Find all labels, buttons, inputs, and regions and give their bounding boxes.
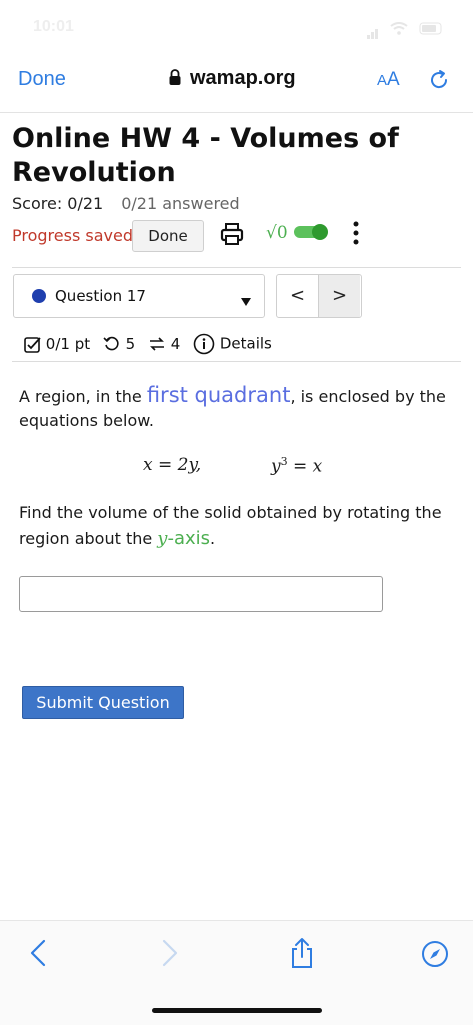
regens-item: 4 <box>148 335 180 354</box>
toggle-icon <box>293 224 328 240</box>
attempts-item: 5 <box>103 335 135 354</box>
details-link[interactable]: Details <box>193 333 272 355</box>
text-size-button[interactable]: AA <box>377 69 400 91</box>
home-indicator <box>152 1008 322 1013</box>
points-item: 0/1 pt <box>24 335 90 353</box>
equation-1: x = 2y, <box>143 455 202 475</box>
more-icon[interactable] <box>351 220 361 250</box>
attempts-text: 5 <box>125 334 136 353</box>
sqrt-label: √0 <box>266 223 288 243</box>
score-line: Score: 0/21 0/21 answered <box>12 194 240 213</box>
wifi-icon <box>390 22 408 35</box>
share-icon[interactable] <box>289 937 315 973</box>
checkbox-icon <box>24 337 41 353</box>
printer-icon[interactable] <box>219 221 245 251</box>
page-title: Online HW 4 - Volumes of Revolution <box>12 123 399 188</box>
regen-icon <box>149 337 164 351</box>
caret-down-icon <box>240 292 252 311</box>
axis-variable: y <box>157 528 168 549</box>
battery-icon <box>419 22 442 35</box>
status-time: 10:01 <box>33 18 74 35</box>
equation-2: y3 = x <box>271 455 322 477</box>
find-text: Find the volume of the solid obtained by… <box>19 500 449 552</box>
submit-question-button[interactable]: Submit Question <box>22 686 184 719</box>
browser-done-button[interactable]: Done <box>18 68 66 91</box>
lock-icon <box>168 69 182 92</box>
find-after: . <box>210 529 216 548</box>
back-icon[interactable] <box>28 939 48 971</box>
eq2-rest: = x <box>287 456 323 477</box>
address-bar[interactable]: wamap.org <box>168 67 296 92</box>
question-status-dot <box>32 289 46 303</box>
aa-small: A <box>377 72 388 89</box>
regens-text: 4 <box>170 334 181 353</box>
done-button[interactable]: Done <box>132 220 204 252</box>
score-text: Score: 0/21 <box>12 194 104 213</box>
answered-text: 0/21 answered <box>121 194 240 213</box>
question-meta: 0/1 pt 5 4 Details <box>24 333 280 355</box>
next-question-button[interactable]: > <box>319 275 360 317</box>
q-text-before: A region, in the <box>19 387 147 406</box>
status-icons <box>366 20 445 39</box>
math-entry-toggle[interactable]: √0 <box>266 222 331 243</box>
question-text: A region, in the first quadrant, is encl… <box>19 383 449 433</box>
find-before: Find the volume of the solid obtained by… <box>19 503 442 548</box>
progress-saved-text: Progress saved <box>12 226 133 245</box>
eq2-base: y <box>271 456 281 477</box>
prev-question-button[interactable]: < <box>277 275 319 317</box>
header-divider <box>12 267 461 268</box>
details-text: Details <box>219 334 272 353</box>
retry-icon <box>103 337 119 351</box>
question-select-label: Question 17 <box>55 287 146 305</box>
forward-icon[interactable] <box>160 939 180 971</box>
highlight-first-quadrant: first quadrant <box>146 383 291 407</box>
answer-input[interactable] <box>19 576 383 612</box>
eq2-exponent: 3 <box>280 455 288 468</box>
compass-icon[interactable] <box>421 940 449 972</box>
meta-divider <box>12 361 461 362</box>
aa-large: A <box>387 69 400 90</box>
reload-icon[interactable] <box>427 68 451 96</box>
axis-suffix: -axis <box>167 528 211 549</box>
points-text: 0/1 pt <box>45 335 91 353</box>
url-text: wamap.org <box>190 67 296 89</box>
info-icon <box>193 333 215 355</box>
